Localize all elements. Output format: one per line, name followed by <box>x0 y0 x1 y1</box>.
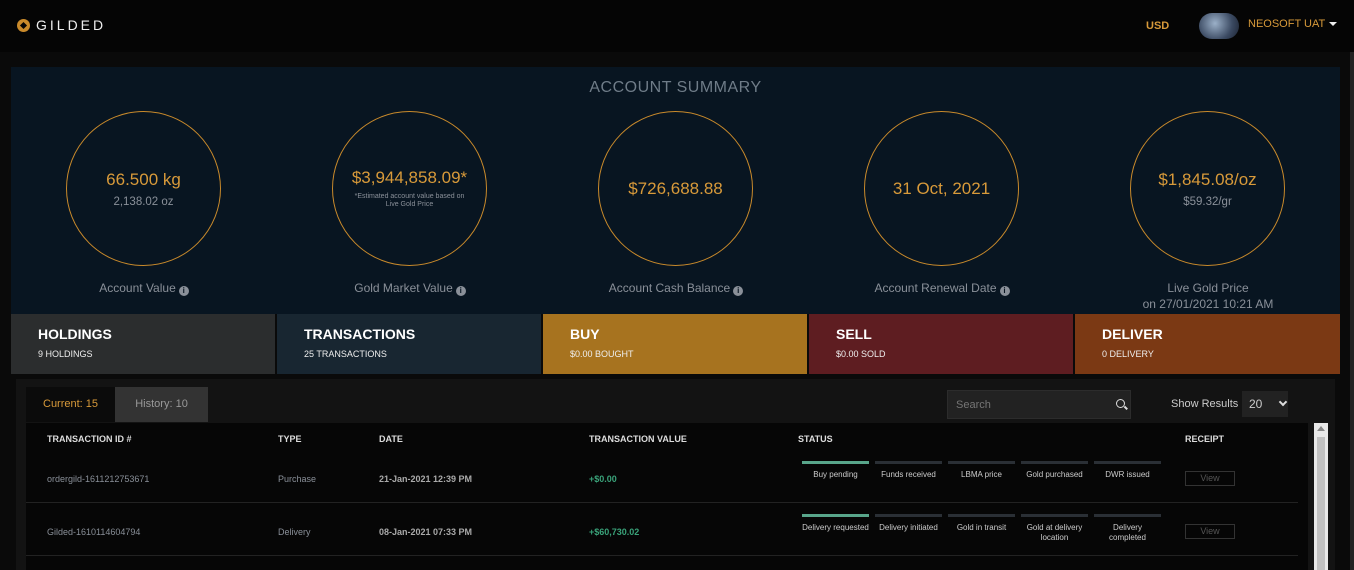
tile-subtitle: 25 TRANSACTIONS <box>304 349 387 359</box>
status-step: Gold at delivery location <box>1021 514 1088 543</box>
tile-title: HOLDINGS <box>38 326 112 342</box>
gilded-logo-icon <box>17 18 30 32</box>
tile-deliver[interactable]: DELIVER 0 DELIVERY <box>1075 314 1340 374</box>
metric-value: $726,688.88 <box>628 178 723 198</box>
top-navbar: GILDED USD NEOSOFT UAT <box>0 0 1354 52</box>
status-step: LBMA price <box>948 461 1015 480</box>
info-icon[interactable]: i <box>733 286 744 296</box>
tile-buy[interactable]: BUY $0.00 BOUGHT <box>543 314 809 374</box>
status-step: DWR issued <box>1094 461 1161 480</box>
metric-account-value: 66.500 kg 2,138.02 oz Account Value i <box>19 111 221 311</box>
metric-label: Account Value i <box>19 280 269 296</box>
tab-current[interactable]: Current: 15 <box>26 387 116 422</box>
user-name: NEOSOFT UAT <box>1248 18 1326 30</box>
tile-title: TRANSACTIONS <box>304 326 416 342</box>
column-header-date[interactable]: DATE <box>379 434 403 444</box>
avatar[interactable] <box>1199 13 1239 39</box>
transactions-table: TRANSACTION ID # TYPE DATE TRANSACTION V… <box>26 423 1308 570</box>
metric-label: Account Cash Balance i <box>551 280 801 296</box>
search-icon[interactable] <box>1116 399 1125 408</box>
column-header-status[interactable]: STATUS <box>798 434 833 444</box>
tile-subtitle: 0 DELIVERY <box>1102 349 1154 359</box>
currency-selector[interactable]: USD <box>1146 20 1169 32</box>
metric-label: Account Renewal Date i <box>817 280 1067 296</box>
metric-value: $1,845.08/oz <box>1158 169 1257 189</box>
metric-label-text: Account Cash Balance <box>608 281 731 295</box>
status-step: Gold purchased <box>1021 461 1088 480</box>
info-icon[interactable]: i <box>455 286 466 296</box>
transaction-date: 08-Jan-2021 07:33 PM <box>379 527 473 537</box>
status-step: Buy pending <box>802 461 869 480</box>
column-header-id[interactable]: TRANSACTION ID # <box>47 434 132 444</box>
metric-circle: 66.500 kg 2,138.02 oz <box>66 111 221 266</box>
metric-label-date: on 27/01/2021 10:21 AM <box>1142 297 1274 311</box>
column-header-receipt[interactable]: RECEIPT <box>1185 434 1224 444</box>
tile-subtitle: $0.00 SOLD <box>836 349 886 359</box>
status-step: Funds received <box>875 461 942 480</box>
account-summary-panel: ACCOUNT SUMMARY 66.500 kg 2,138.02 oz Ac… <box>11 67 1340 314</box>
transaction-value: +$60,730.02 <box>589 527 640 537</box>
metric-label-text: Account Value <box>99 281 176 295</box>
metric-note: *Estimated account value based on Live G… <box>354 193 465 208</box>
brand-logo[interactable]: GILDED <box>17 17 106 33</box>
scroll-up-arrow-icon[interactable] <box>1317 426 1325 431</box>
tile-subtitle: 9 HOLDINGS <box>38 349 93 359</box>
table-row[interactable]: Gilded-1610114604794 Delivery 08-Jan-202… <box>26 504 1298 556</box>
metric-label-text: Gold Market Value <box>354 281 453 295</box>
summary-tiles: HOLDINGS 9 HOLDINGS TRANSACTIONS 25 TRAN… <box>11 314 1340 374</box>
metric-label-text: Account Renewal Date <box>874 281 997 295</box>
metric-gold-market-value: $3,944,858.09* *Estimated account value … <box>285 111 487 311</box>
tab-history[interactable]: History: 10 <box>115 387 209 422</box>
metric-label: Gold Market Value i <box>285 280 535 296</box>
column-header-value[interactable]: TRANSACTION VALUE <box>589 434 687 444</box>
tile-holdings[interactable]: HOLDINGS 9 HOLDINGS <box>11 314 277 374</box>
transaction-type: Purchase <box>278 474 317 484</box>
tile-subtitle: $0.00 BOUGHT <box>570 349 634 359</box>
metric-label-text: Live Gold Price <box>1167 281 1249 295</box>
transaction-tabs: Current: 15 History: 10 <box>26 387 209 422</box>
tile-sell[interactable]: SELL $0.00 SOLD <box>809 314 1075 374</box>
user-menu[interactable]: NEOSOFT UAT <box>1248 18 1338 30</box>
transaction-id: Gilded-1610114604794 <box>47 527 141 537</box>
metric-sub: $59.32/gr <box>1183 195 1232 208</box>
page-scrollbar[interactable] <box>1350 52 1354 570</box>
account-summary-title: ACCOUNT SUMMARY <box>589 79 762 96</box>
tile-title: DELIVER <box>1102 326 1163 342</box>
transaction-type: Delivery <box>278 527 311 537</box>
metric-circle: $1,845.08/oz $59.32/gr <box>1130 111 1285 266</box>
view-receipt-button[interactable]: View <box>1185 524 1235 539</box>
scrollbar-thumb[interactable] <box>1317 437 1325 570</box>
status-step: Gold in transit <box>948 514 1015 533</box>
status-step: Delivery requested <box>802 514 869 533</box>
info-icon[interactable]: i <box>999 286 1010 296</box>
transaction-date: 21-Jan-2021 12:39 PM <box>379 474 473 484</box>
metric-circle: $3,944,858.09* *Estimated account value … <box>332 111 487 266</box>
caret-down-icon <box>1329 22 1338 26</box>
metric-sub: 2,138.02 oz <box>113 195 174 208</box>
metric-label: Live Gold Price on 27/01/2021 10:21 AM <box>1083 280 1333 312</box>
search-input[interactable] <box>947 390 1131 419</box>
view-receipt-button[interactable]: View <box>1185 471 1235 486</box>
metric-account-cash-balance: $726,688.88 Account Cash Balance i <box>551 111 753 311</box>
transaction-id: ordergild-1611212753671 <box>47 474 150 484</box>
status-step: Delivery initiated <box>875 514 942 533</box>
transaction-value: +$0.00 <box>589 474 617 484</box>
tile-title: BUY <box>570 326 600 342</box>
info-icon[interactable]: i <box>178 286 189 296</box>
tile-title: SELL <box>836 326 872 342</box>
metric-circle: 31 Oct, 2021 <box>864 111 1019 266</box>
metric-value: 66.500 kg <box>106 169 181 189</box>
status-step: Delivery completed <box>1094 514 1161 543</box>
metric-circle: $726,688.88 <box>598 111 753 266</box>
metric-account-renewal-date: 31 Oct, 2021 Account Renewal Date i <box>817 111 1019 311</box>
logo-text: GILDED <box>36 17 107 33</box>
show-results-label: Show Results <box>1171 398 1239 410</box>
transactions-panel: Current: 15 History: 10 Show Results 20 … <box>16 379 1335 570</box>
column-header-type[interactable]: TYPE <box>278 434 302 444</box>
tile-transactions[interactable]: TRANSACTIONS 25 TRANSACTIONS <box>277 314 543 374</box>
metric-live-gold-price: $1,845.08/oz $59.32/gr Live Gold Price o… <box>1083 111 1285 311</box>
metric-value: $3,944,858.09* <box>351 168 468 187</box>
metric-value: 31 Oct, 2021 <box>892 178 991 198</box>
table-row[interactable]: ordergild-1611212753671 Purchase 21-Jan-… <box>26 451 1298 503</box>
